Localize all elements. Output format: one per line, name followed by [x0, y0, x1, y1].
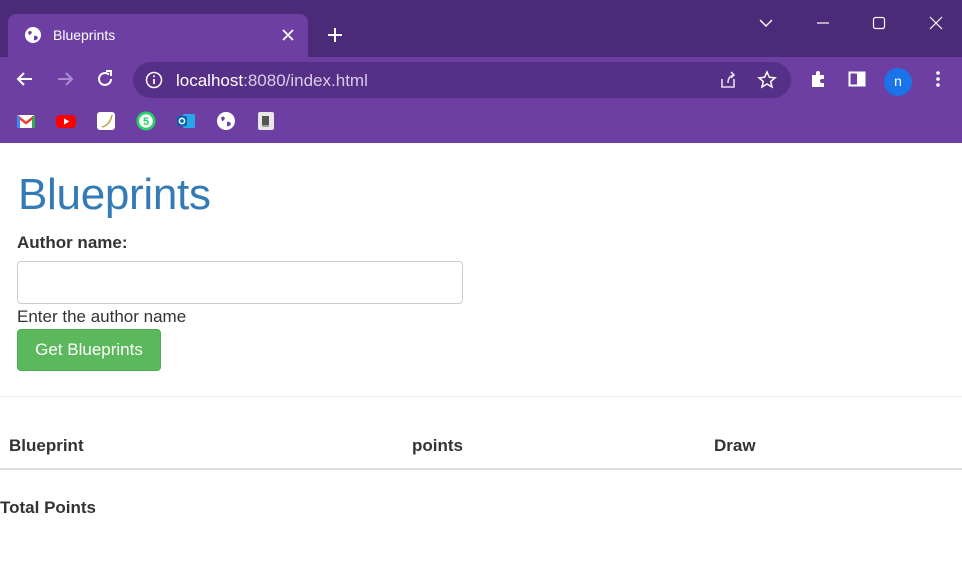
bookmark-star-icon[interactable]: [757, 70, 777, 95]
url-host: localhost: [176, 71, 244, 90]
outlook-icon[interactable]: [176, 111, 196, 131]
document-icon[interactable]: [256, 111, 276, 131]
get-blueprints-button[interactable]: Get Blueprints: [17, 329, 161, 371]
back-icon[interactable]: [15, 69, 35, 94]
notes-icon[interactable]: [96, 111, 116, 131]
close-tab-icon[interactable]: [280, 27, 296, 48]
column-header-draw: Draw: [714, 436, 756, 455]
menu-kebab-icon[interactable]: [928, 69, 948, 94]
table-header-divider: [0, 468, 962, 470]
page-content: Blueprints Author name: Enter the author…: [0, 143, 962, 587]
address-bar[interactable]: localhost:8080/index.html: [133, 62, 791, 98]
author-name-label: Author name:: [17, 233, 128, 252]
browser-tabstrip: Blueprints: [0, 0, 962, 57]
whatsapp-icon[interactable]: 5: [136, 111, 156, 131]
forward-icon[interactable]: [55, 69, 75, 94]
profile-avatar[interactable]: n: [884, 68, 912, 96]
close-window-icon[interactable]: [927, 14, 945, 37]
column-header-points: points: [412, 436, 463, 455]
browser-tab[interactable]: Blueprints: [8, 14, 308, 57]
minimize-icon[interactable]: [814, 14, 832, 37]
author-help-text: Enter the author name: [17, 307, 187, 326]
total-points-label: Total Points: [0, 498, 97, 517]
site-info-icon[interactable]: [145, 71, 163, 94]
page-title: Blueprints: [18, 170, 211, 219]
side-panel-icon[interactable]: [847, 69, 867, 94]
browser-toolbar: localhost:8080/index.html n: [0, 57, 962, 102]
tab-search-icon[interactable]: [757, 14, 775, 37]
new-tab-icon[interactable]: [326, 26, 344, 49]
globe-icon: [24, 26, 42, 49]
svg-text:5: 5: [143, 116, 149, 128]
address-url[interactable]: localhost:8080/index.html: [176, 71, 368, 91]
url-path: :8080/index.html: [243, 71, 368, 90]
tab-title: Blueprints: [53, 27, 116, 43]
gmail-icon[interactable]: [16, 111, 36, 131]
divider: [0, 396, 962, 397]
author-name-input[interactable]: [17, 261, 463, 304]
column-header-blueprint: Blueprint: [9, 436, 84, 455]
maximize-icon[interactable]: [870, 14, 888, 37]
reload-icon[interactable]: [95, 69, 115, 94]
globe-icon[interactable]: [216, 111, 236, 131]
youtube-icon[interactable]: [56, 111, 76, 131]
extensions-icon[interactable]: [808, 69, 828, 94]
share-icon[interactable]: [718, 70, 738, 95]
bookmarks-bar: 5: [0, 102, 962, 143]
